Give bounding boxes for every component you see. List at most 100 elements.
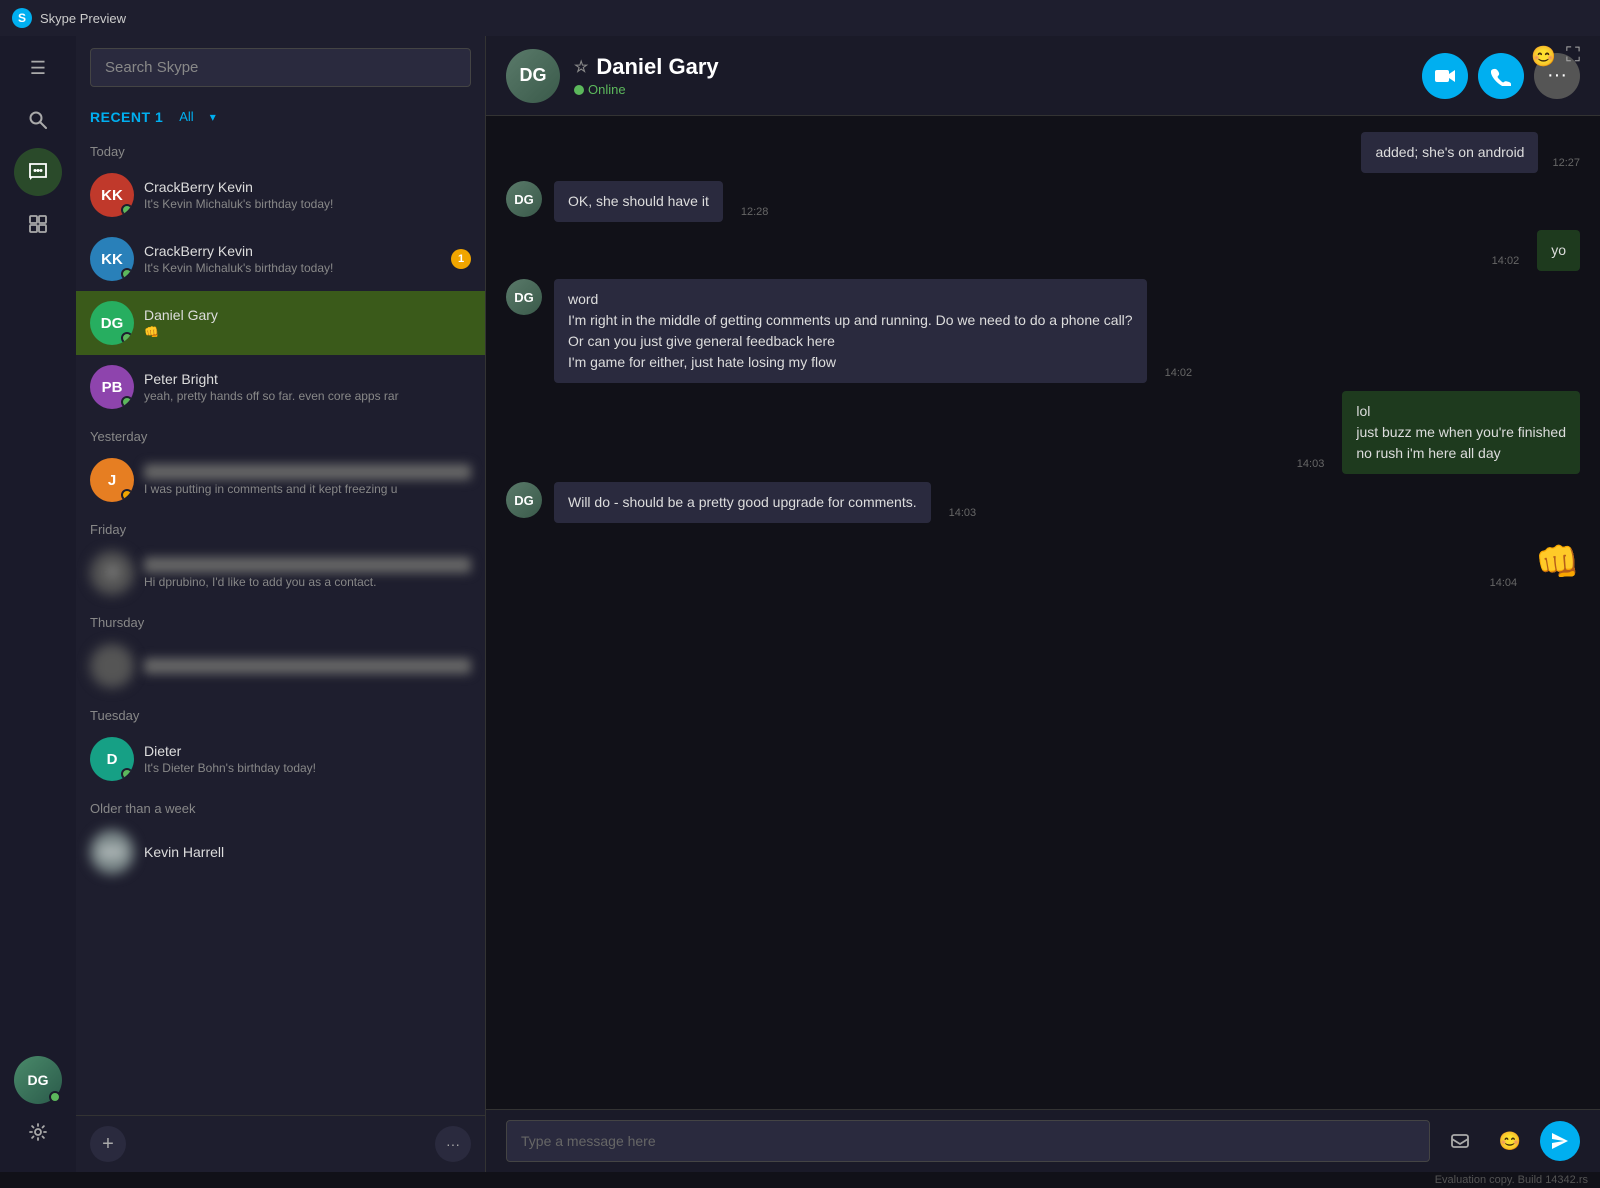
contacts-button[interactable]	[14, 200, 62, 248]
chat-header-info: ☆ Daniel Gary Online	[574, 54, 1408, 97]
contact-status-dot	[121, 489, 133, 501]
message-time: 14:02	[1492, 255, 1520, 267]
chat-contact-status: Online	[574, 82, 1408, 97]
contact-preview: It's Dieter Bohn's birthday today!	[144, 761, 471, 775]
message-bubble: yo	[1537, 230, 1580, 271]
contact-name: Peter Bright	[144, 371, 471, 387]
contact-item[interactable]: KK CrackBerry KevinIt's Kevin Michaluk's …	[76, 227, 485, 291]
emoji-top-icon[interactable]: 😊	[1531, 44, 1556, 69]
message-bubble: wordI'm right in the middle of getting c…	[554, 279, 1147, 383]
message-row: yo 14:02	[1492, 230, 1580, 271]
more-options-button[interactable]: ···	[435, 1126, 471, 1162]
contact-info: XXXXXXXX	[144, 658, 471, 674]
chat-button[interactable]	[14, 148, 62, 196]
contact-info: CrackBerry KevinIt's Kevin Michaluk's bi…	[144, 243, 441, 275]
header-top-icons: 😊 ⛶	[1531, 44, 1580, 69]
contact-avatar: KK	[90, 173, 134, 217]
file-attach-button[interactable]	[1440, 1121, 1480, 1161]
contacts-panel: RECENT 1 All ▾ TodayKKCrackBerry KevinIt…	[76, 36, 486, 1172]
star-icon[interactable]: ☆	[574, 57, 588, 77]
chat-contact-name: ☆ Daniel Gary	[574, 54, 1408, 80]
contact-status-dot	[121, 204, 133, 216]
contact-avatar: D	[90, 737, 134, 781]
send-button[interactable]	[1540, 1121, 1580, 1161]
contact-info: Daniel Gary👊	[144, 307, 471, 339]
contact-info: Kevin Harrell	[144, 844, 471, 860]
section-label: Tuesday	[76, 698, 485, 727]
message-time: 14:02	[1165, 367, 1193, 379]
sidebar-icons: ☰ DG	[0, 36, 76, 1172]
add-contact-button[interactable]: +	[90, 1126, 126, 1162]
contact-status-dot	[121, 332, 133, 344]
contact-preview: It's Kevin Michaluk's birthday today!	[144, 197, 471, 211]
chat-header: DG ☆ Daniel Gary Online ···	[486, 36, 1600, 116]
contact-item[interactable]: XXXXXXXX	[76, 634, 485, 698]
contact-status-dot	[121, 396, 133, 408]
audio-call-button[interactable]	[1478, 53, 1524, 99]
expand-icon[interactable]: ⛶	[1566, 44, 1580, 69]
contact-status-dot	[121, 268, 133, 280]
video-call-button[interactable]	[1422, 53, 1468, 99]
contact-status-dot	[121, 768, 133, 780]
bottom-bar: Evaluation copy. Build 14342.rs	[0, 1172, 1600, 1188]
title-bar-text: Skype Preview	[40, 11, 126, 26]
message-row: loljust buzz me when you're finishedno r…	[1297, 391, 1580, 474]
all-filter-button[interactable]: All	[173, 107, 199, 126]
search-button[interactable]	[14, 96, 62, 144]
message-bubble: loljust buzz me when you're finishedno r…	[1342, 391, 1580, 474]
message-bubble: 👊	[1535, 531, 1580, 593]
unread-badge: 1	[451, 249, 471, 269]
messages-area: added; she's on android12:27DGOK, she sh…	[486, 116, 1600, 1109]
chevron-down-icon[interactable]: ▾	[210, 110, 216, 124]
message-avatar: DG	[506, 181, 542, 217]
app-container: ☰ DG RECENT 1 All ▾ TodayKKCrackBerry	[0, 36, 1600, 1172]
message-time: 14:03	[949, 507, 977, 519]
contact-item[interactable]: KHKevin Harrell	[76, 820, 485, 884]
contact-name: XXXXXXXX	[144, 557, 471, 573]
contact-name: Jamie	[144, 464, 471, 480]
message-bubble: Will do - should be a pretty good upgrad…	[554, 482, 931, 523]
contact-item[interactable]: D Dieter It's Dieter Bohn's birthday today…	[76, 727, 485, 791]
contact-item[interactable]: J Jamie I was putting in comments and it k…	[76, 448, 485, 512]
contacts-bottom-bar: + ···	[76, 1115, 485, 1172]
message-input[interactable]	[506, 1120, 1430, 1162]
section-label: Thursday	[76, 605, 485, 634]
message-row: DGwordI'm right in the middle of getting…	[506, 279, 1406, 383]
contact-section: Thursday XXXXXXXX	[76, 605, 485, 698]
contact-info: Dieter It's Dieter Bohn's birthday today!	[144, 743, 471, 775]
contact-info: Jamie I was putting in comments and it ke…	[144, 464, 471, 496]
search-input[interactable]	[90, 48, 471, 87]
message-time: 14:04	[1490, 577, 1518, 589]
contact-item[interactable]: KK CrackBerry KevinIt's Kevin Michaluk's …	[76, 163, 485, 227]
contact-item[interactable]: ? XXXXXXXXHi dprubino, I'd like to add yo…	[76, 541, 485, 605]
contact-info: CrackBerry KevinIt's Kevin Michaluk's bi…	[144, 179, 471, 211]
settings-button[interactable]	[14, 1108, 62, 1156]
contact-preview: I was putting in comments and it kept fr…	[144, 482, 471, 496]
message-bubble: OK, she should have it	[554, 181, 723, 222]
contact-info: Peter Bright yeah, pretty hands off so fa…	[144, 371, 471, 403]
contact-info: XXXXXXXXHi dprubino, I'd like to add you…	[144, 557, 471, 589]
contact-avatar: ?	[90, 551, 134, 595]
contact-item[interactable]: DGDaniel Gary👊	[76, 291, 485, 355]
contact-avatar: KK	[90, 237, 134, 281]
message-row: DGWill do - should be a pretty good upgr…	[506, 482, 1406, 523]
contacts-list: TodayKKCrackBerry KevinIt's Kevin Michal…	[76, 134, 485, 1115]
contact-preview: yeah, pretty hands off so far. even core…	[144, 389, 471, 403]
message-time: 12:28	[741, 206, 769, 218]
contact-name: XXXXXXXX	[144, 658, 471, 674]
contact-name: Dieter	[144, 743, 471, 759]
contact-section: Older than a weekKHKevin Harrell	[76, 791, 485, 884]
contact-avatar: PB	[90, 365, 134, 409]
title-bar: S Skype Preview	[0, 0, 1600, 36]
hamburger-menu-button[interactable]: ☰	[14, 44, 62, 92]
section-label: Older than a week	[76, 791, 485, 820]
emoji-input-button[interactable]: 😊	[1490, 1121, 1530, 1161]
contact-section: YesterdayJJamieI was putting in comments…	[76, 419, 485, 512]
contact-preview: It's Kevin Michaluk's birthday today!	[144, 261, 441, 275]
contact-item[interactable]: PB Peter Bright yeah, pretty hands off so …	[76, 355, 485, 419]
user-status-dot	[49, 1091, 61, 1103]
contact-avatar: J	[90, 458, 134, 502]
skype-logo: S	[12, 8, 32, 28]
user-avatar[interactable]: DG	[14, 1056, 62, 1104]
build-info: Evaluation copy. Build 14342.rs	[1435, 1174, 1588, 1186]
